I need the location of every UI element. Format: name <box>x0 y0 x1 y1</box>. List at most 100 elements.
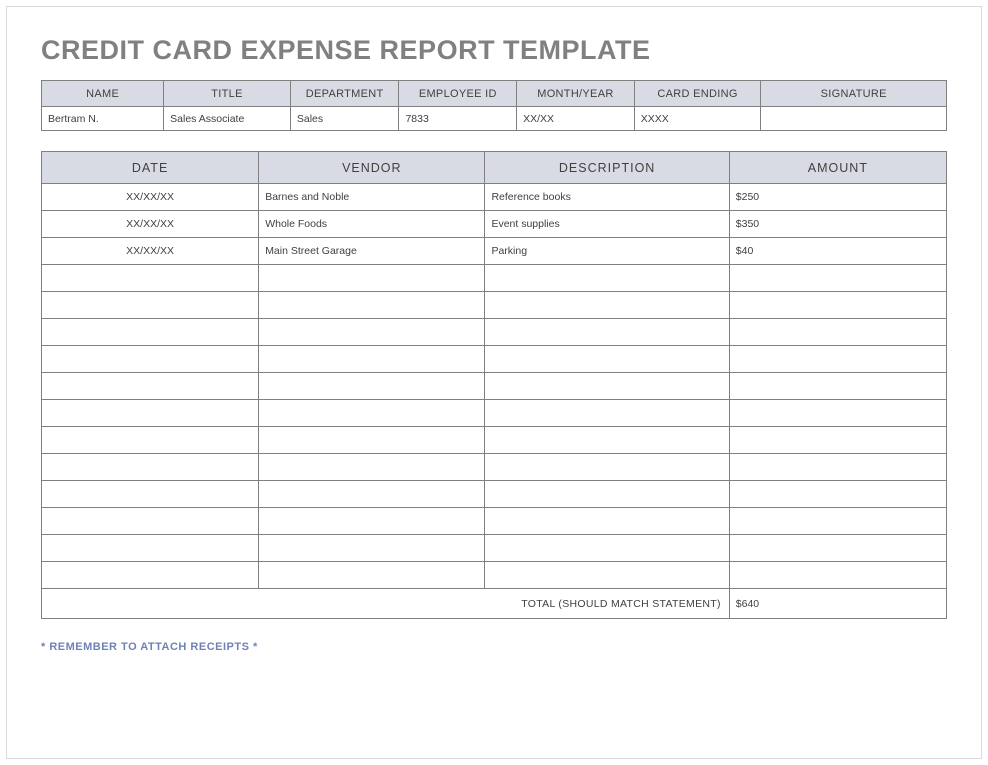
expense-cell-description <box>485 427 729 454</box>
expense-cell-date <box>42 346 259 373</box>
expense-total-value: $640 <box>729 589 946 619</box>
expense-cell-amount: $350 <box>729 211 946 238</box>
expense-cell-description <box>485 319 729 346</box>
expense-cell-vendor: Whole Foods <box>259 211 485 238</box>
expense-row: XX/XX/XXBarnes and NobleReference books$… <box>42 184 947 211</box>
expense-cell-description <box>485 373 729 400</box>
expense-cell-description <box>485 346 729 373</box>
expense-cell-amount <box>729 508 946 535</box>
expense-cell-date <box>42 373 259 400</box>
info-header-row: NAME TITLE DEPARTMENT EMPLOYEE ID MONTH/… <box>42 81 947 107</box>
info-value-row: Bertram N. Sales Associate Sales 7833 XX… <box>42 107 947 131</box>
expense-cell-description <box>485 400 729 427</box>
expense-cell-date <box>42 508 259 535</box>
page-title: CREDIT CARD EXPENSE REPORT TEMPLATE <box>41 35 947 66</box>
info-header-title: TITLE <box>164 81 291 107</box>
info-value-signature <box>761 107 947 131</box>
expense-cell-amount <box>729 400 946 427</box>
expense-cell-vendor <box>259 454 485 481</box>
expense-cell-vendor <box>259 265 485 292</box>
expense-cell-vendor <box>259 346 485 373</box>
expense-cell-amount <box>729 481 946 508</box>
expense-cell-date: XX/XX/XX <box>42 238 259 265</box>
expense-row <box>42 454 947 481</box>
expense-cell-vendor <box>259 400 485 427</box>
expense-total-label: TOTAL (SHOULD MATCH STATEMENT) <box>42 589 730 619</box>
info-value-name: Bertram N. <box>42 107 164 131</box>
info-header-card-ending: CARD ENDING <box>634 81 761 107</box>
expense-total-row: TOTAL (SHOULD MATCH STATEMENT) $640 <box>42 589 947 619</box>
expense-row <box>42 400 947 427</box>
expense-header-vendor: VENDOR <box>259 152 485 184</box>
expense-cell-vendor: Barnes and Noble <box>259 184 485 211</box>
info-value-title: Sales Associate <box>164 107 291 131</box>
expense-cell-vendor <box>259 373 485 400</box>
expense-row: XX/XX/XXWhole FoodsEvent supplies$350 <box>42 211 947 238</box>
expense-cell-description <box>485 265 729 292</box>
expense-cell-amount <box>729 346 946 373</box>
expense-cell-date: XX/XX/XX <box>42 211 259 238</box>
expense-cell-date <box>42 319 259 346</box>
expense-row <box>42 508 947 535</box>
expense-row <box>42 373 947 400</box>
expense-cell-vendor: Main Street Garage <box>259 238 485 265</box>
expense-cell-vendor <box>259 427 485 454</box>
expense-cell-amount: $40 <box>729 238 946 265</box>
expense-cell-vendor <box>259 535 485 562</box>
expense-cell-date <box>42 427 259 454</box>
page-container: CREDIT CARD EXPENSE REPORT TEMPLATE NAME… <box>6 6 982 759</box>
expense-cell-vendor <box>259 481 485 508</box>
expense-cell-date <box>42 481 259 508</box>
expense-row <box>42 265 947 292</box>
expense-cell-vendor <box>259 508 485 535</box>
expense-row <box>42 535 947 562</box>
expense-row <box>42 562 947 589</box>
info-value-card-ending: XXXX <box>634 107 761 131</box>
expense-header-row: DATE VENDOR DESCRIPTION AMOUNT <box>42 152 947 184</box>
expense-cell-vendor <box>259 319 485 346</box>
info-value-employee-id: 7833 <box>399 107 517 131</box>
expense-cell-date <box>42 292 259 319</box>
expense-cell-description: Event supplies <box>485 211 729 238</box>
info-header-department: DEPARTMENT <box>290 81 399 107</box>
expense-cell-date <box>42 454 259 481</box>
expense-cell-description <box>485 535 729 562</box>
expense-header-description: DESCRIPTION <box>485 152 729 184</box>
expense-cell-description: Parking <box>485 238 729 265</box>
expense-cell-date <box>42 400 259 427</box>
info-header-name: NAME <box>42 81 164 107</box>
expense-cell-amount <box>729 427 946 454</box>
expense-cell-amount <box>729 373 946 400</box>
expense-header-date: DATE <box>42 152 259 184</box>
expense-table: DATE VENDOR DESCRIPTION AMOUNT XX/XX/XXB… <box>41 151 947 619</box>
expense-row <box>42 481 947 508</box>
expense-header-amount: AMOUNT <box>729 152 946 184</box>
expense-cell-amount <box>729 319 946 346</box>
expense-cell-description <box>485 562 729 589</box>
expense-cell-description <box>485 292 729 319</box>
footer-note: * REMEMBER TO ATTACH RECEIPTS * <box>41 641 947 653</box>
info-header-employee-id: EMPLOYEE ID <box>399 81 517 107</box>
expense-cell-date: XX/XX/XX <box>42 184 259 211</box>
expense-cell-description: Reference books <box>485 184 729 211</box>
expense-cell-amount: $250 <box>729 184 946 211</box>
info-value-department: Sales <box>290 107 399 131</box>
expense-cell-vendor <box>259 562 485 589</box>
employee-info-table: NAME TITLE DEPARTMENT EMPLOYEE ID MONTH/… <box>41 80 947 131</box>
expense-cell-description <box>485 481 729 508</box>
expense-cell-amount <box>729 292 946 319</box>
expense-row: XX/XX/XXMain Street GarageParking$40 <box>42 238 947 265</box>
expense-cell-amount <box>729 562 946 589</box>
expense-cell-amount <box>729 535 946 562</box>
info-value-month-year: XX/XX <box>517 107 635 131</box>
expense-cell-amount <box>729 265 946 292</box>
expense-row <box>42 427 947 454</box>
expense-cell-description <box>485 508 729 535</box>
expense-cell-vendor <box>259 292 485 319</box>
expense-row <box>42 319 947 346</box>
expense-cell-description <box>485 454 729 481</box>
expense-cell-date <box>42 265 259 292</box>
expense-cell-date <box>42 562 259 589</box>
info-header-signature: SIGNATURE <box>761 81 947 107</box>
info-header-month-year: MONTH/YEAR <box>517 81 635 107</box>
